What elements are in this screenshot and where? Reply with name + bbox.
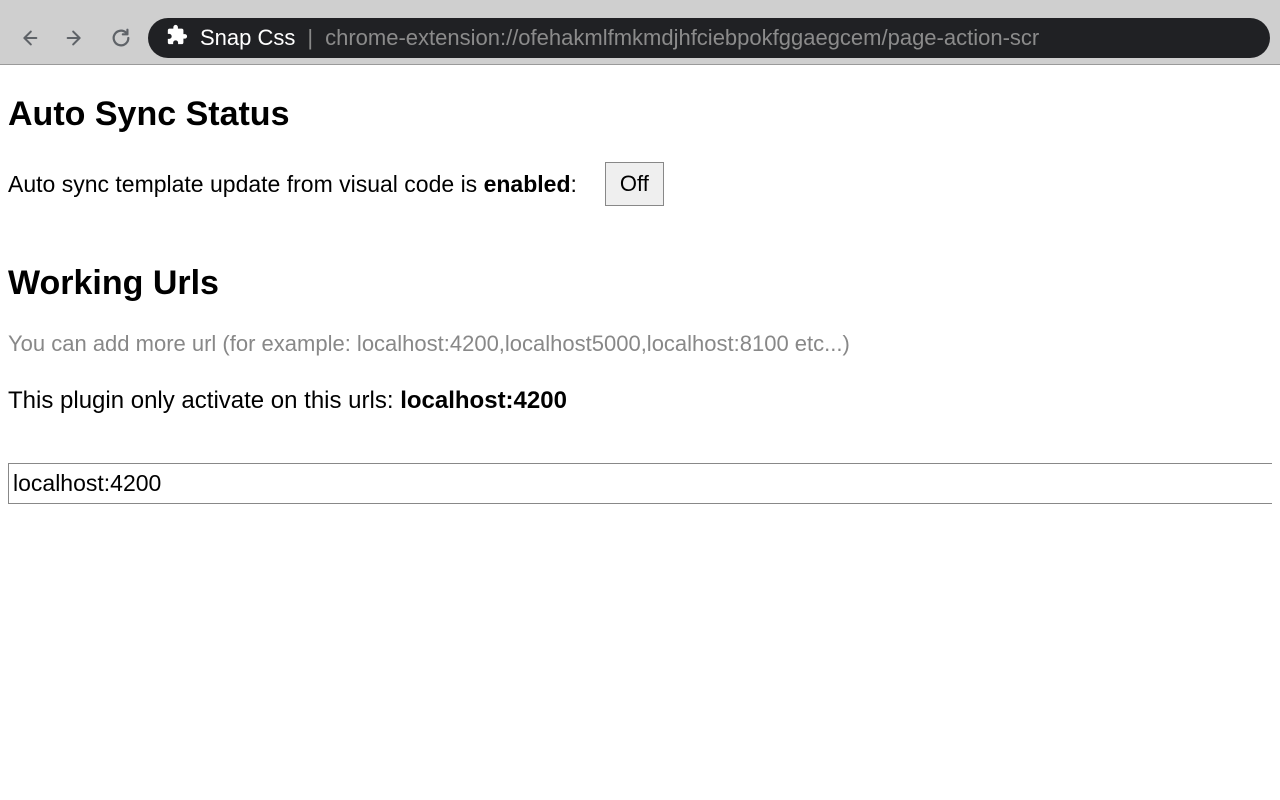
url-text: chrome-extension://ofehakmlfmkmdjhfciebp… <box>325 25 1039 51</box>
forward-button[interactable] <box>56 19 94 57</box>
activate-prefix: This plugin only activate on this urls: <box>8 387 400 414</box>
back-button[interactable] <box>10 19 48 57</box>
toggle-sync-button[interactable]: Off <box>605 162 664 206</box>
auto-sync-status-row: Auto sync template update from visual co… <box>8 162 1272 206</box>
reload-icon <box>110 27 132 49</box>
browser-tab-strip <box>0 0 1280 12</box>
status-prefix: Auto sync template update from visual co… <box>8 171 484 197</box>
status-suffix: : <box>571 171 577 197</box>
reload-button[interactable] <box>102 19 140 57</box>
activate-urls-line: This plugin only activate on this urls: … <box>8 387 1272 415</box>
browser-toolbar: Snap Css | chrome-extension://ofehakmlfm… <box>0 12 1280 65</box>
auto-sync-status-label: Auto sync template update from visual co… <box>8 171 577 198</box>
omnibox-divider: | <box>307 25 313 51</box>
extension-name: Snap Css <box>200 25 295 51</box>
page-content: Auto Sync Status Auto sync template upda… <box>0 65 1280 524</box>
working-urls-hint: You can add more url (for example: local… <box>8 331 1272 357</box>
active-url-value: localhost:4200 <box>400 387 567 414</box>
status-word: enabled <box>484 171 571 197</box>
arrow-left-icon <box>18 27 40 49</box>
working-urls-heading: Working Urls <box>8 264 1272 303</box>
extension-icon <box>166 24 188 52</box>
auto-sync-heading: Auto Sync Status <box>8 95 1272 134</box>
address-bar[interactable]: Snap Css | chrome-extension://ofehakmlfm… <box>148 18 1270 58</box>
arrow-right-icon <box>64 27 86 49</box>
urls-input[interactable] <box>8 463 1272 504</box>
